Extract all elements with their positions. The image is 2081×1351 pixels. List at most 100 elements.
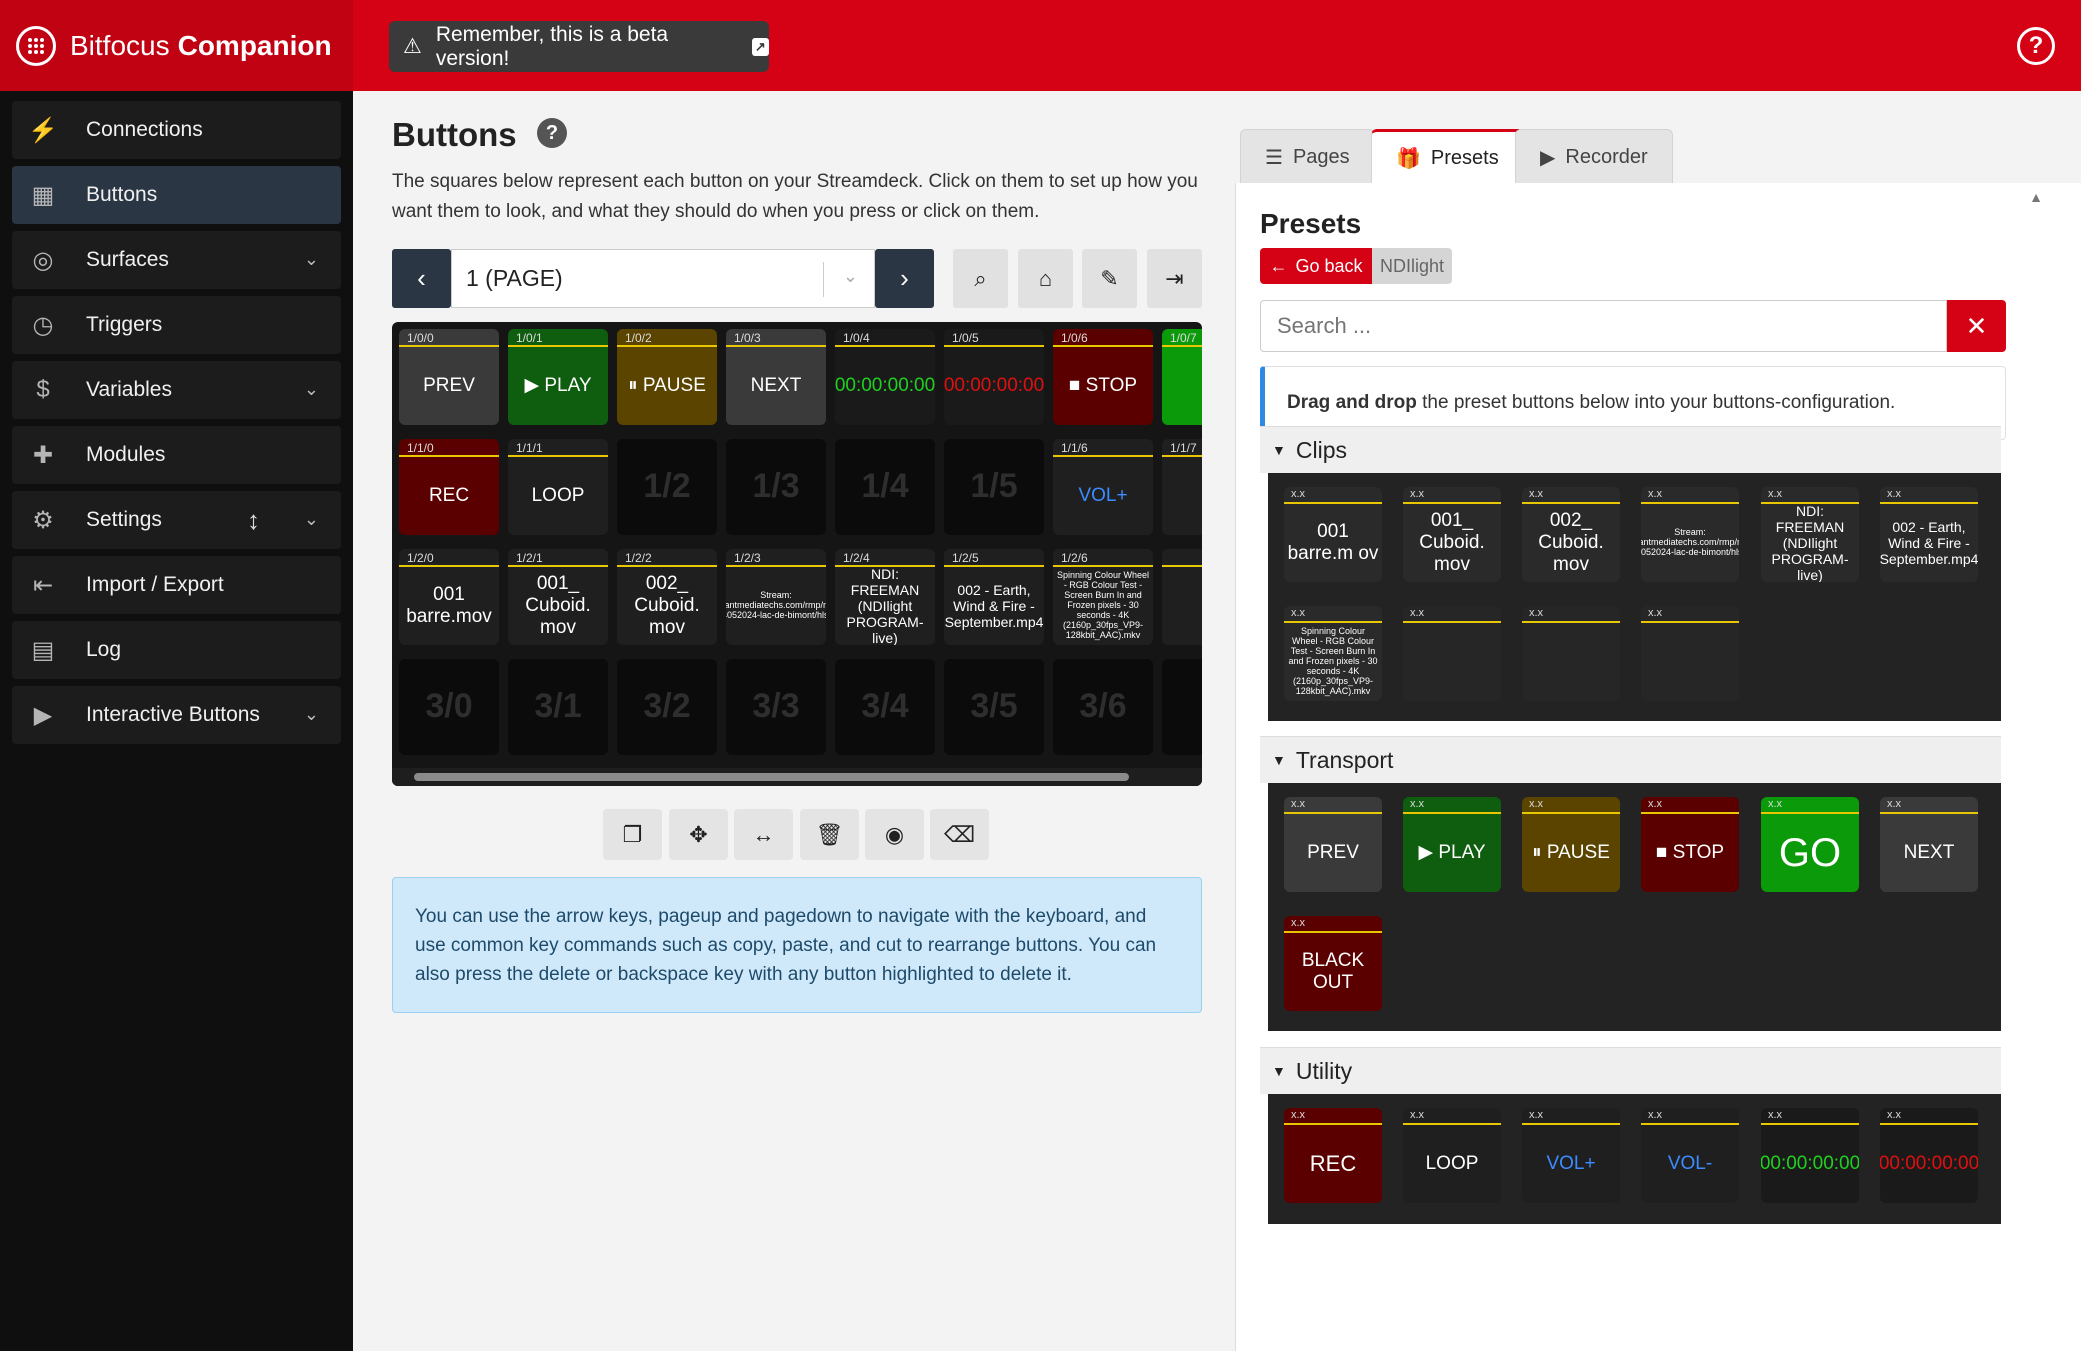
grid-button[interactable]: 1/0/2 ⏸ PAUSE — [617, 329, 717, 425]
preset-button[interactable]: x.x Stream: https://cdn.radiantmediatechs… — [1641, 487, 1739, 582]
button-location-label: 1/1/7 — [1170, 441, 1197, 455]
grid-button[interactable]: 1/0/7 G — [1162, 329, 1202, 425]
preset-button[interactable]: x.x NDI: FREEMAN (NDIlight PROGRAM-live) — [1761, 487, 1859, 582]
preset-button[interactable]: x.x 001 barre.m ov — [1284, 487, 1382, 582]
preset-button[interactable]: x.x LOOP — [1403, 1108, 1501, 1203]
preset-button[interactable]: x.x REC — [1284, 1108, 1382, 1203]
sidebar-item-settings[interactable]: ⚙ Settings ⌄ ↕ — [12, 491, 341, 549]
help-circle-icon[interactable]: ? — [537, 118, 567, 148]
grid-button[interactable]: 3/3 — [726, 659, 826, 755]
sidebar-item-connections[interactable]: ⚡ Connections — [12, 101, 341, 159]
brand[interactable]: Bitfocus Companion — [0, 0, 353, 91]
preset-button[interactable]: x.x ■ STOP — [1641, 797, 1739, 892]
compass-button[interactable]: ◉ — [865, 809, 924, 860]
grid-button[interactable]: 1/2/6 Spinning Colour Wheel - RGB Colour … — [1053, 549, 1153, 645]
preset-button[interactable]: x.x GO — [1761, 797, 1859, 892]
preset-button[interactable]: x.x ▶ PLAY — [1403, 797, 1501, 892]
grid-button[interactable]: 1/5 — [944, 439, 1044, 535]
grid-button[interactable]: 3/2 — [617, 659, 717, 755]
sidebar-item-modules[interactable]: ✚ Modules — [12, 426, 341, 484]
preset-button[interactable]: x.x VOL- — [1641, 1108, 1739, 1203]
tab-presets[interactable]: 🎁 Presets — [1371, 129, 1524, 185]
scroll-up-arrow-icon[interactable]: ▲ — [2029, 189, 2043, 205]
edit-page-button[interactable]: ✎ — [1082, 249, 1137, 308]
erase-button[interactable]: ⌫ — [930, 809, 989, 860]
section-header-clips[interactable]: ▼ Clips — [1260, 426, 2001, 473]
grid-button[interactable]: 1/0/3 NEXT — [726, 329, 826, 425]
grid-button[interactable]: 1/0/1 ▶ PLAY — [508, 329, 608, 425]
search-input[interactable] — [1260, 300, 1947, 352]
grid-button[interactable]: 1/1/0 REC — [399, 439, 499, 535]
grid-button[interactable]: 1/0/4 00:00:00:00 — [835, 329, 935, 425]
preset-button[interactable]: x.x BLACK OUT — [1284, 916, 1382, 1011]
grid-scrollbar[interactable] — [392, 768, 1202, 786]
beta-banner[interactable]: ⚠ Remember, this is a beta version! ↗ — [389, 21, 769, 72]
grid-button[interactable]: 3 — [1162, 659, 1202, 755]
sidebar-item-buttons[interactable]: ▦ Buttons — [12, 166, 341, 224]
copy-button[interactable]: ❐ — [603, 809, 662, 860]
swap-button[interactable]: ↔ — [734, 809, 793, 860]
grid-button[interactable]: 1/1/7 V — [1162, 439, 1202, 535]
preset-button[interactable]: x.x ⏸ PAUSE — [1522, 797, 1620, 892]
grid-button[interactable]: 1/2/2 002_ Cuboid. mov — [617, 549, 717, 645]
grid-button[interactable]: 1/2/3 Stream: https://cdn.radiantmediatec… — [726, 549, 826, 645]
grid-button[interactable]: 1/2 — [617, 439, 717, 535]
grid-button[interactable]: 1/2/4 NDI: FREEMAN (NDIlight PROGRAM-live… — [835, 549, 935, 645]
grid-button[interactable]: 3/4 — [835, 659, 935, 755]
next-page-button[interactable]: › — [875, 249, 934, 308]
search-button[interactable]: ⌕ — [953, 249, 1008, 308]
grid-button[interactable]: 3/5 — [944, 659, 1044, 755]
preset-button[interactable]: x.x 001_ Cuboid. mov — [1403, 487, 1501, 582]
preset-button[interactable]: x.x 002 - Earth, Wind & Fire - September.… — [1880, 487, 1978, 582]
grid-button[interactable]: 2 — [1162, 549, 1202, 645]
beta-text: Remember, this is a beta version! — [435, 22, 669, 70]
preset-button[interactable]: x.x Spinning Colour Wheel - RGB Colour Te… — [1284, 606, 1382, 701]
prev-page-button[interactable]: ‹ — [392, 249, 451, 308]
home-button[interactable]: ⌂ — [1018, 249, 1073, 308]
preset-text: PREV — [1307, 842, 1359, 864]
preset-button[interactable]: x.x NEXT — [1880, 797, 1978, 892]
sidebar-item-variables[interactable]: $ Variables ⌄ — [12, 361, 341, 419]
preset-button[interactable]: x.x PREV — [1284, 797, 1382, 892]
grid-button[interactable]: 1/0/0 PREV — [399, 329, 499, 425]
sidebar-item-import-export[interactable]: ⇤ Import / Export — [12, 556, 341, 614]
clear-search-button[interactable]: ✕ — [1947, 300, 2006, 352]
section-header-transport[interactable]: ▼ Transport — [1260, 736, 2001, 783]
file-import-icon: ⇤ — [32, 571, 54, 599]
move-button[interactable]: ✥ — [669, 809, 728, 860]
grid-button[interactable]: 1/4 — [835, 439, 935, 535]
preset-button[interactable]: x.x 00:00:00:00 — [1880, 1108, 1978, 1203]
preset-button[interactable]: x.x 00:00:00:00 — [1761, 1108, 1859, 1203]
grid-button[interactable]: 1/3 — [726, 439, 826, 535]
page-select[interactable]: 1 (PAGE) ⌄ — [451, 249, 875, 308]
grid-button[interactable]: 1/2/0 001 barre.mov — [399, 549, 499, 645]
delete-button[interactable]: 🗑 — [800, 809, 859, 860]
preset-button[interactable]: x.x VOL+ — [1522, 1108, 1620, 1203]
tab-pages[interactable]: ☰ Pages — [1240, 129, 1375, 184]
grid-button[interactable]: 1/0/5 00:00:00:00 — [944, 329, 1044, 425]
grid-button[interactable]: 3/6 — [1053, 659, 1153, 755]
sidebar-item-triggers[interactable]: ◷ Triggers — [12, 296, 341, 354]
export-page-button[interactable]: ⇥ — [1147, 249, 1202, 308]
sidebar-item-surfaces[interactable]: ◎ Surfaces ⌄ — [12, 231, 341, 289]
section-header-utility[interactable]: ▼ Utility — [1260, 1047, 2001, 1094]
tab-pages-label: Pages — [1292, 145, 1350, 168]
grid-button[interactable]: 1/1/1 LOOP — [508, 439, 608, 535]
grid-button[interactable]: 3/0 — [399, 659, 499, 755]
grid-button[interactable]: 1/0/6 ■ STOP — [1053, 329, 1153, 425]
preset-button[interactable]: x.x 002_ Cuboid. mov — [1522, 487, 1620, 582]
grid-button[interactable]: 1/2/5 002 - Earth, Wind & Fire - Septembe… — [944, 549, 1044, 645]
preset-label: x.x — [1291, 917, 1306, 929]
sidebar-item-interactive-buttons[interactable]: ▶ Interactive Buttons ⌄ — [12, 686, 341, 744]
sidebar-item-log[interactable]: ▤ Log — [12, 621, 341, 679]
grid-button[interactable]: 1/2/1 001_ Cuboid. mov — [508, 549, 608, 645]
preset-button[interactable]: x.x — [1403, 606, 1501, 701]
grid-button[interactable]: 1/1/6 VOL+ — [1053, 439, 1153, 535]
tab-recorder[interactable]: ▶ Recorder — [1515, 129, 1673, 184]
preset-button[interactable]: x.x — [1641, 606, 1739, 701]
scrollbar-thumb[interactable] — [414, 773, 1129, 781]
help-button[interactable]: ? — [2017, 27, 2055, 65]
preset-button[interactable]: x.x — [1522, 606, 1620, 701]
go-back-button[interactable]: ← Go back — [1260, 248, 1372, 284]
grid-button[interactable]: 3/1 — [508, 659, 608, 755]
